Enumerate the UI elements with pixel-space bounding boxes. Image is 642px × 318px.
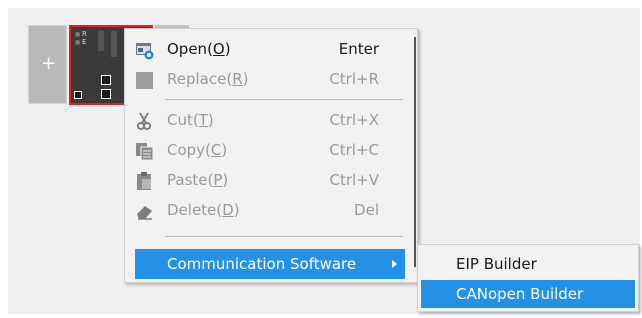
add-module-slot[interactable]: + xyxy=(28,25,67,104)
submenu-item-eip-builder[interactable]: EIP Builder xyxy=(421,250,635,278)
module-slot-icon xyxy=(111,31,117,57)
menu-item-label: Open(O) xyxy=(167,40,231,58)
menu-item-copy[interactable]: Copy(C) Ctrl+C xyxy=(125,135,414,165)
menu-item-label: Replace(R) xyxy=(167,70,249,88)
copy-icon xyxy=(135,141,154,161)
scissors-icon xyxy=(135,111,154,130)
menu-item-communication-software[interactable]: Communication Software xyxy=(135,249,405,279)
open-icon xyxy=(135,40,154,60)
led-label-r: R xyxy=(82,30,87,38)
usb-port-icon xyxy=(74,91,82,99)
context-menu: Open(O) Enter Replace(R) Ctrl+R Cut(T) C… xyxy=(124,28,418,283)
menu-item-label: Communication Software xyxy=(167,255,357,273)
ethernet-port-icon xyxy=(101,75,111,85)
run-led-icon xyxy=(75,32,80,37)
menu-item-label: Copy(C) xyxy=(167,141,228,159)
paste-icon xyxy=(135,171,154,190)
menu-item-shortcut: Del xyxy=(354,201,379,219)
menu-item-label: Delete(D) xyxy=(167,201,240,219)
menu-item-shortcut: Ctrl+R xyxy=(329,70,379,88)
ethernet-port-icon xyxy=(101,89,111,99)
error-led-icon xyxy=(75,40,80,45)
menu-item-shortcut: Ctrl+C xyxy=(329,141,379,159)
menu-item-label: Paste(P) xyxy=(167,171,229,189)
menu-item-shortcut: Enter xyxy=(338,40,379,58)
menu-divider xyxy=(414,37,416,267)
replace-icon xyxy=(135,70,154,89)
menu-item-label: Cut(T) xyxy=(167,111,214,129)
module-slot-icon xyxy=(98,31,104,51)
menu-item-shortcut: Ctrl+V xyxy=(329,171,379,189)
submenu-item-label: CANopen Builder xyxy=(456,285,584,303)
menu-separator xyxy=(165,99,403,100)
menu-item-replace[interactable]: Replace(R) Ctrl+R xyxy=(125,64,414,94)
submenu-item-canopen-builder[interactable]: CANopen Builder xyxy=(421,280,635,308)
plus-icon[interactable]: + xyxy=(41,54,56,74)
communication-software-submenu: EIP Builder CANopen Builder xyxy=(417,244,639,312)
menu-item-open[interactable]: Open(O) Enter xyxy=(125,34,414,64)
eraser-icon xyxy=(135,201,154,220)
menu-separator xyxy=(165,236,403,237)
led-label-e: E xyxy=(82,38,87,46)
menu-item-paste[interactable]: Paste(P) Ctrl+V xyxy=(125,165,414,195)
submenu-item-label: EIP Builder xyxy=(456,255,537,273)
menu-item-shortcut: Ctrl+X xyxy=(329,111,379,129)
menu-item-delete[interactable]: Delete(D) Del xyxy=(125,195,414,225)
menu-item-cut[interactable]: Cut(T) Ctrl+X xyxy=(125,105,414,135)
chevron-right-icon xyxy=(392,260,397,268)
